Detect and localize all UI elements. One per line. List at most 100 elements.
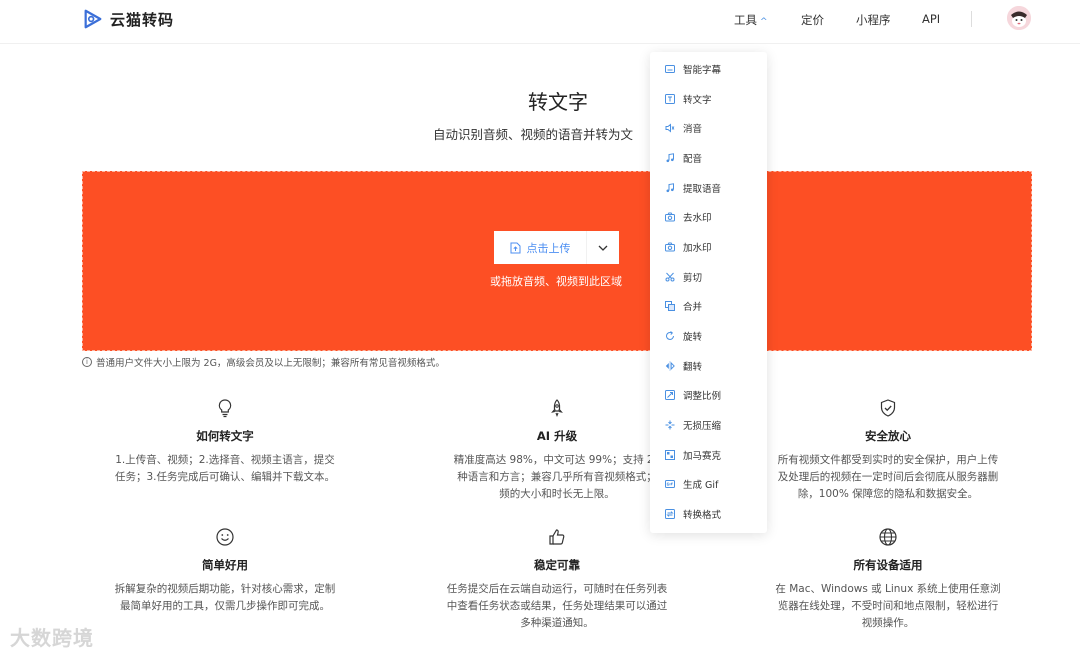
logo-icon — [84, 9, 102, 29]
globe-icon — [879, 528, 897, 546]
merge-icon — [665, 301, 675, 311]
menu-item-label: 加马赛克 — [683, 451, 722, 462]
feature-all-devices: 所有设备适用 在 Mac、Windows 或 Linux 系统上使用任意浏 览器… — [757, 527, 1019, 632]
text-icon — [665, 94, 675, 104]
feature-desc-line: 除，100% 保障您的隐私和数据安全。 — [797, 488, 979, 500]
nav-tools[interactable]: 工具 ^ — [734, 12, 768, 28]
smile-icon — [216, 528, 234, 546]
feature-title: 所有设备适用 — [853, 558, 923, 572]
tools-dropdown-menu: 智能字幕 转文字 消音 配音 提取语音 去水印 加水印 剪切 合并 旋转 翻转 — [650, 52, 767, 533]
menu-item-label: 消音 — [683, 124, 703, 135]
nav-api[interactable]: API — [922, 12, 940, 26]
music-note-icon — [666, 183, 674, 193]
feature-desc: 任务提交后在云端自动运行，可随时在任务列表 中查看任务状态或结果，任务处理结果可… — [426, 581, 688, 632]
lightbulb-icon — [218, 399, 232, 418]
upload-button-label: 点击上传 — [526, 241, 571, 255]
mute-icon — [665, 123, 675, 133]
top-header: 云猫转码 工具 ^ 定价 小程序 API — [0, 0, 1080, 44]
scissors-icon — [665, 272, 675, 282]
feature-title: 稳定可靠 — [534, 558, 580, 572]
menu-item-remove-watermark[interactable]: 去水印 — [650, 207, 767, 227]
feature-security: 安全放心 所有视频文件都受到实时的安全保护，用户上传 及处理后的视频在一定时间后… — [757, 398, 1019, 503]
menu-item-label: 去水印 — [683, 213, 712, 224]
menu-item-smart-subtitle[interactable]: 智能字幕 — [650, 59, 767, 79]
music-note-icon — [666, 153, 674, 163]
feature-desc: 所有视频文件都受到实时的安全保护，用户上传 及处理后的视频在一定时间后会彻底从服… — [757, 452, 1019, 503]
feature-desc-line: 最简单好用的工具，仅需几步操作即可完成。 — [120, 600, 330, 612]
nav-pricing[interactable]: 定价 — [801, 12, 824, 28]
feature-ai: AI 升级 精准度高达 98%，中文可达 99%；支持 20 种语言和方言；兼容… — [426, 398, 688, 503]
feature-desc: 精准度高达 98%，中文可达 99%；支持 20 种语言和方言；兼容几乎所有音视… — [426, 452, 688, 503]
feature-title: 如何转文字 — [196, 429, 254, 443]
menu-item-label: 转换格式 — [683, 510, 722, 521]
compress-icon — [665, 420, 675, 430]
menu-item-label: 调整比例 — [683, 391, 722, 402]
menu-item-gif[interactable]: 生成 Gif — [650, 474, 767, 494]
nav-mini-program[interactable]: 小程序 — [856, 12, 891, 28]
menu-item-to-text[interactable]: 转文字 — [650, 89, 767, 109]
menu-item-extract-voice[interactable]: 提取语音 — [650, 178, 767, 198]
feature-desc: 在 Mac、Windows 或 Linux 系统上使用任意浏 览器在线处理，不受… — [757, 581, 1019, 632]
menu-item-cut[interactable]: 剪切 — [650, 267, 767, 287]
logo[interactable]: 云猫转码 — [82, 8, 174, 30]
resize-icon — [665, 390, 675, 400]
drop-hint: 或拖放音频、视频到此区域 — [490, 275, 622, 288]
upload-button[interactable]: 点击上传 — [494, 231, 586, 264]
upload-notice: i 普通用户文件大小上限为 2G，高级会员及以上无限制；兼容所有常见音视频格式。 — [82, 355, 445, 369]
rocket-icon — [551, 399, 563, 417]
menu-item-mosaic[interactable]: 加马赛克 — [650, 445, 767, 465]
menu-item-label: 翻转 — [683, 362, 703, 373]
feature-how-to: 如何转文字 1.上传音、视频；2.选择音、视频主语言，提交 任务；3.任务完成后… — [94, 398, 356, 486]
feature-desc-line: 中查看任务状态或结果，任务处理结果可以通过 — [446, 600, 668, 612]
feature-title: AI 升级 — [536, 429, 578, 443]
feature-desc-line: 在 Mac、Windows 或 Linux 系统上使用任意浏 — [775, 583, 1001, 595]
menu-item-dubbing[interactable]: 配音 — [650, 148, 767, 168]
chevron-up-icon: ^ — [760, 17, 768, 27]
page-subtitle: 自动识别音频、视频的语音并转为文 — [433, 127, 634, 142]
upload-button-group: 点击上传 — [494, 231, 619, 264]
nav-divider — [971, 11, 972, 27]
feature-title: 简单好用 — [202, 558, 248, 572]
menu-item-flip[interactable]: 翻转 — [650, 356, 767, 376]
shield-check-icon — [880, 399, 896, 417]
feature-desc: 1.上传音、视频；2.选择音、视频主语言，提交 任务；3.任务完成后可确认、编辑… — [94, 452, 356, 486]
menu-item-label: 旋转 — [683, 332, 703, 343]
info-icon: i — [82, 357, 92, 367]
camera-icon — [665, 212, 675, 222]
upload-dropdown-toggle[interactable] — [586, 231, 619, 264]
flip-icon — [665, 361, 675, 371]
feature-desc-line: 1.上传音、视频；2.选择音、视频主语言，提交 — [115, 454, 335, 466]
menu-item-label: 转文字 — [683, 95, 712, 106]
menu-item-label: 提取语音 — [683, 184, 722, 195]
menu-item-add-watermark[interactable]: 加水印 — [650, 237, 767, 257]
avatar-image — [1007, 6, 1031, 30]
menu-item-label: 剪切 — [683, 273, 703, 284]
mosaic-icon — [665, 450, 675, 460]
menu-item-label: 生成 Gif — [683, 480, 719, 491]
gif-icon — [665, 480, 675, 488]
menu-item-label: 智能字幕 — [683, 65, 722, 76]
chevron-down-icon — [598, 245, 608, 251]
feature-easy: 简单好用 拆解复杂的视频后期功能，针对核心需求，定制 最简单好用的工具，仅需几步… — [94, 527, 356, 615]
watermark-text: 大数跨境 — [10, 626, 94, 650]
menu-item-convert-format[interactable]: 转换格式 — [650, 504, 767, 524]
feature-desc-line: 频的大小和时长无上限。 — [499, 488, 615, 500]
feature-desc-line: 多种渠道通知。 — [520, 617, 594, 629]
menu-item-merge[interactable]: 合并 — [650, 296, 767, 316]
feature-desc-line: 拆解复杂的视频后期功能，针对核心需求，定制 — [114, 583, 336, 595]
menu-item-mute[interactable]: 消音 — [650, 118, 767, 138]
logo-text: 云猫转码 — [110, 10, 175, 29]
feature-desc-line: 及处理后的视频在一定时间后会彻底从服务器删 — [777, 471, 999, 483]
menu-item-compress[interactable]: 无损压缩 — [650, 415, 767, 435]
subtitle-icon — [665, 65, 675, 73]
menu-item-aspect-ratio[interactable]: 调整比例 — [650, 385, 767, 405]
feature-desc-line: 任务提交后在云端自动运行，可随时在任务列表 — [446, 583, 668, 595]
nav-tools-label: 工具 — [734, 13, 757, 27]
feature-stable: 稳定可靠 任务提交后在云端自动运行，可随时在任务列表 中查看任务状态或结果，任务… — [426, 527, 688, 632]
thumbs-up-icon — [549, 529, 565, 545]
avatar[interactable] — [1007, 6, 1031, 30]
feature-desc-line: 视频操作。 — [861, 617, 915, 629]
feature-title: 安全放心 — [865, 429, 911, 443]
feature-desc-line: 任务；3.任务完成后可确认、编辑并下载文本。 — [114, 471, 336, 483]
menu-item-rotate[interactable]: 旋转 — [650, 326, 767, 346]
